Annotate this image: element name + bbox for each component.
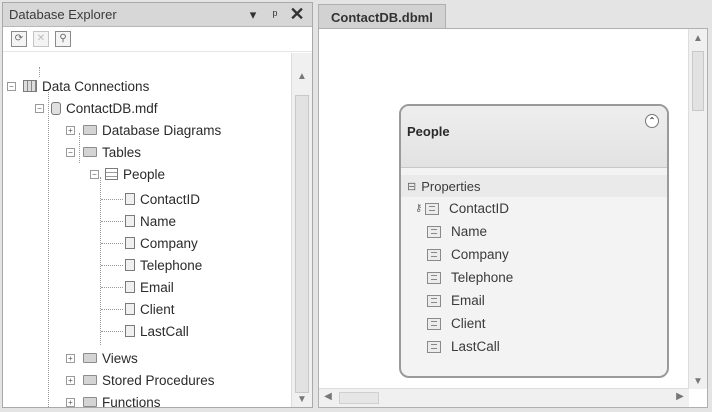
- property-item[interactable]: LastCall: [401, 335, 667, 358]
- column-icon: [125, 259, 135, 271]
- column-icon: [125, 193, 135, 205]
- scroll-thumb[interactable]: [692, 51, 704, 111]
- scroll-thumb[interactable]: [295, 95, 309, 393]
- pin-icon[interactable]: ᵖ: [264, 7, 286, 22]
- property-icon: [425, 202, 439, 215]
- tree-item-people[interactable]: People: [105, 163, 165, 185]
- column-icon: [125, 325, 135, 337]
- scroll-up-icon[interactable]: ▲: [292, 71, 312, 82]
- scroll-thumb[interactable]: [339, 392, 379, 404]
- database-explorer-panel: Database Explorer ▾ ᵖ ✕ ⟳ ✕ ⚲ − Data Con…: [2, 2, 313, 408]
- folder-icon: [83, 375, 97, 385]
- tab-contactdb-dbml[interactable]: ContactDB.dbml: [318, 4, 446, 29]
- column-icon: [125, 215, 135, 227]
- dbml-designer-surface[interactable]: People ⌃ ⊟ Properties ⚷ ContactID Name C…: [318, 28, 708, 408]
- property-icon: [427, 317, 441, 330]
- tree-item-column[interactable]: Company: [125, 232, 198, 254]
- entity-title: People: [407, 124, 450, 139]
- column-icon: [125, 237, 135, 249]
- property-icon: [427, 271, 441, 284]
- folder-icon: [83, 147, 97, 157]
- expand-views[interactable]: +: [66, 354, 75, 363]
- designer-vertical-scrollbar[interactable]: ▲ ▼: [688, 29, 707, 389]
- explorer-tree: − Data Connections − ContactDB.mdf + Dat…: [3, 53, 292, 407]
- tree-item-functions[interactable]: Functions: [83, 391, 161, 407]
- tree-item-tables[interactable]: Tables: [83, 141, 141, 163]
- stop-icon[interactable]: ✕: [33, 31, 49, 47]
- tree-item-column[interactable]: Client: [125, 298, 175, 320]
- property-item[interactable]: Telephone: [401, 266, 667, 289]
- connections-icon: [23, 80, 37, 92]
- tree-item-column[interactable]: ContactID: [125, 188, 200, 210]
- folder-icon: [83, 397, 97, 407]
- scroll-down-icon[interactable]: ▼: [292, 394, 312, 405]
- tree-item-contactdb[interactable]: ContactDB.mdf: [51, 97, 158, 119]
- property-item[interactable]: Email: [401, 289, 667, 312]
- explorer-scrollbar[interactable]: ▲ ▼: [291, 53, 312, 407]
- panel-title-bar: Database Explorer ▾ ᵖ ✕: [3, 3, 312, 27]
- property-item[interactable]: Client: [401, 312, 667, 335]
- tree-item-views[interactable]: Views: [83, 347, 138, 369]
- connect-icon[interactable]: ⚲: [55, 31, 71, 47]
- properties-section[interactable]: ⊟ Properties: [401, 175, 667, 197]
- entity-header[interactable]: People ⌃: [401, 106, 667, 168]
- property-item[interactable]: Name: [401, 220, 667, 243]
- property-icon: [427, 225, 441, 238]
- collapse-entity-icon[interactable]: ⌃: [645, 114, 659, 128]
- folder-icon: [83, 353, 97, 363]
- property-icon: [427, 340, 441, 353]
- collapse-section-icon[interactable]: ⊟: [407, 180, 416, 193]
- tree-item-data-connections[interactable]: Data Connections: [23, 75, 149, 97]
- tree-item-column[interactable]: LastCall: [125, 320, 189, 342]
- dropdown-icon[interactable]: ▾: [242, 7, 264, 23]
- property-icon: [427, 294, 441, 307]
- tree-item-column[interactable]: Telephone: [125, 254, 202, 276]
- close-icon[interactable]: ✕: [286, 4, 308, 25]
- tree-item-stored-procedures[interactable]: Stored Procedures: [83, 369, 215, 391]
- expand-functions[interactable]: +: [66, 398, 75, 407]
- table-icon: [105, 168, 118, 180]
- folder-icon: [83, 125, 97, 135]
- expand-stored-procedures[interactable]: +: [66, 376, 75, 385]
- database-icon: [51, 101, 61, 115]
- collapse-contactdb[interactable]: −: [35, 104, 44, 113]
- column-icon: [125, 303, 135, 315]
- expand-database-diagrams[interactable]: +: [66, 126, 75, 135]
- scroll-right-icon[interactable]: ▶: [673, 391, 687, 402]
- entity-people[interactable]: People ⌃ ⊟ Properties ⚷ ContactID Name C…: [399, 104, 669, 378]
- property-icon: [427, 248, 441, 261]
- tree-item-column[interactable]: Name: [125, 210, 176, 232]
- tree-item-database-diagrams[interactable]: Database Diagrams: [83, 119, 221, 141]
- primary-key-icon: ⚷: [415, 203, 423, 214]
- collapse-tables[interactable]: −: [66, 148, 75, 157]
- scroll-down-icon[interactable]: ▼: [689, 376, 707, 387]
- scroll-up-icon[interactable]: ▲: [689, 33, 707, 44]
- refresh-icon[interactable]: ⟳: [11, 31, 27, 47]
- explorer-toolbar: ⟳ ✕ ⚲: [3, 27, 312, 52]
- panel-title: Database Explorer: [9, 7, 117, 22]
- collapse-people[interactable]: −: [90, 170, 99, 179]
- scroll-left-icon[interactable]: ◀: [321, 391, 335, 402]
- property-item[interactable]: ⚷ ContactID: [401, 197, 667, 220]
- property-item[interactable]: Company: [401, 243, 667, 266]
- column-icon: [125, 281, 135, 293]
- designer-horizontal-scrollbar[interactable]: ◀ ▶: [319, 388, 689, 407]
- tree-item-column[interactable]: Email: [125, 276, 174, 298]
- collapse-data-connections[interactable]: −: [7, 82, 16, 91]
